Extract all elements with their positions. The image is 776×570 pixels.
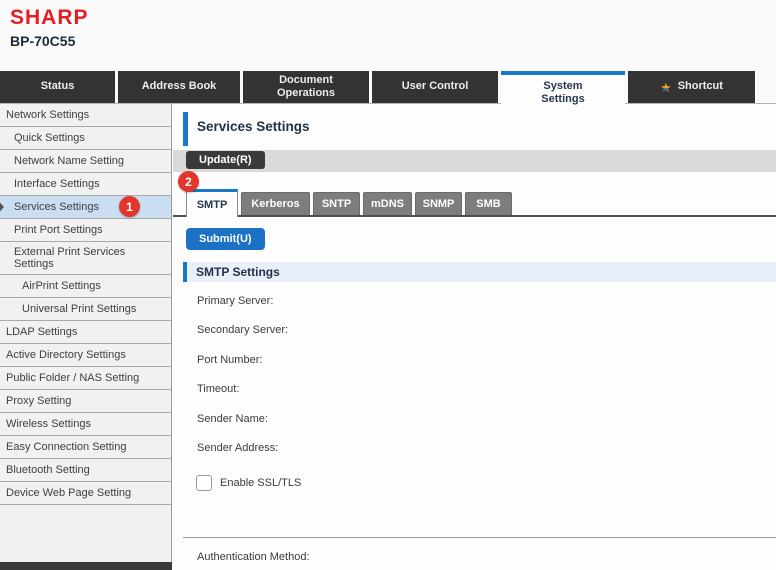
nav-tab-system-settings[interactable]: System Settings	[501, 71, 625, 111]
page-header: SHARP BP-70C55	[0, 0, 776, 71]
nav-tab-document-operations[interactable]: Document Operations	[243, 71, 369, 103]
sidebar-item-external-print-services-settings[interactable]: External Print Services Settings	[0, 242, 171, 275]
sidebar-item-ldap-settings[interactable]: LDAP Settings	[0, 321, 171, 344]
annotation-badge-2: 2	[178, 171, 199, 192]
app-window: SHARP BP-70C55 Status Address Book Docum…	[0, 0, 776, 570]
authentication-method-label: Authentication Method:	[197, 551, 310, 563]
sidebar-item-interface-settings[interactable]: Interface Settings	[0, 173, 171, 196]
update-button[interactable]: Update(R)	[186, 151, 265, 169]
enable-ssl-tls-checkbox[interactable]	[196, 475, 212, 491]
nav-tab-shortcut[interactable]: ★★ Shortcut	[628, 71, 755, 103]
device-model: BP-70C55	[10, 33, 75, 49]
sidebar-item-network-name-setting[interactable]: Network Name Setting	[0, 150, 171, 173]
tab-mdns[interactable]: mDNS	[363, 192, 412, 215]
update-toolbar: Update(R)	[173, 150, 776, 172]
sharp-logo: SHARP	[10, 6, 89, 30]
tab-kerberos[interactable]: Kerberos	[241, 192, 310, 215]
sidebar-item-services-settings[interactable]: Services Settings 1	[0, 196, 171, 219]
sidebar-item-network-settings[interactable]: Network Settings	[0, 104, 171, 127]
sidebar-next-section-edge	[0, 562, 172, 570]
top-nav: Status Address Book Document Operations …	[0, 71, 755, 103]
sidebar-item-public-folder-nas-setting[interactable]: Public Folder / NAS Setting	[0, 367, 171, 390]
sidebar-item-quick-settings[interactable]: Quick Settings	[0, 127, 171, 150]
smtp-settings-section-header: SMTP Settings	[183, 262, 776, 282]
star-icon: ★★	[660, 81, 672, 94]
sidebar-item-print-port-settings[interactable]: Print Port Settings	[0, 219, 171, 242]
nav-tab-user-control[interactable]: User Control	[372, 71, 498, 103]
main-content: Services Settings Update(R) SMTP Kerbero…	[173, 104, 776, 570]
tab-sntp[interactable]: SNTP	[313, 192, 360, 215]
sidebar-item-universal-print-settings[interactable]: Universal Print Settings	[0, 298, 171, 321]
sidebar-item-bluetooth-setting[interactable]: Bluetooth Setting	[0, 459, 171, 482]
sidebar-item-wireless-settings[interactable]: Wireless Settings	[0, 413, 171, 436]
sidebar-item-device-web-page-setting[interactable]: Device Web Page Setting	[0, 482, 171, 505]
sidebar-item-easy-connection-setting[interactable]: Easy Connection Setting	[0, 436, 171, 459]
port-number-label: Port Number:	[197, 354, 262, 366]
tab-smtp[interactable]: SMTP	[186, 189, 238, 217]
sidebar-item-airprint-settings[interactable]: AirPrint Settings	[0, 275, 171, 298]
sidebar: Network Settings Quick Settings Network …	[0, 104, 172, 570]
timeout-label: Timeout:	[197, 383, 239, 395]
section-accent-bar	[183, 262, 187, 282]
sidebar-item-proxy-setting[interactable]: Proxy Setting	[0, 390, 171, 413]
section-title: SMTP Settings	[196, 265, 280, 279]
nav-tab-status[interactable]: Status	[0, 71, 115, 103]
section-divider	[183, 537, 776, 538]
submit-button[interactable]: Submit(U)	[186, 228, 265, 250]
tab-snmp[interactable]: SNMP	[415, 192, 462, 215]
page-title: Services Settings	[197, 119, 310, 134]
primary-server-label: Primary Server:	[197, 295, 273, 307]
nav-tab-address-book[interactable]: Address Book	[118, 71, 240, 103]
enable-ssl-tls-row: Enable SSL/TLS	[196, 475, 301, 491]
title-accent-bar	[183, 112, 188, 146]
sender-address-label: Sender Address:	[197, 442, 278, 454]
tab-smb[interactable]: SMB	[465, 192, 512, 215]
annotation-badge-1: 1	[119, 196, 140, 217]
sender-name-label: Sender Name:	[197, 413, 268, 425]
enable-ssl-tls-label: Enable SSL/TLS	[220, 477, 301, 489]
sidebar-item-active-directory-settings[interactable]: Active Directory Settings	[0, 344, 171, 367]
secondary-server-label: Secondary Server:	[197, 324, 288, 336]
tabstrip-baseline	[173, 215, 776, 217]
protocol-tabstrip: SMTP Kerberos SNTP mDNS SNMP SMB	[186, 192, 512, 215]
